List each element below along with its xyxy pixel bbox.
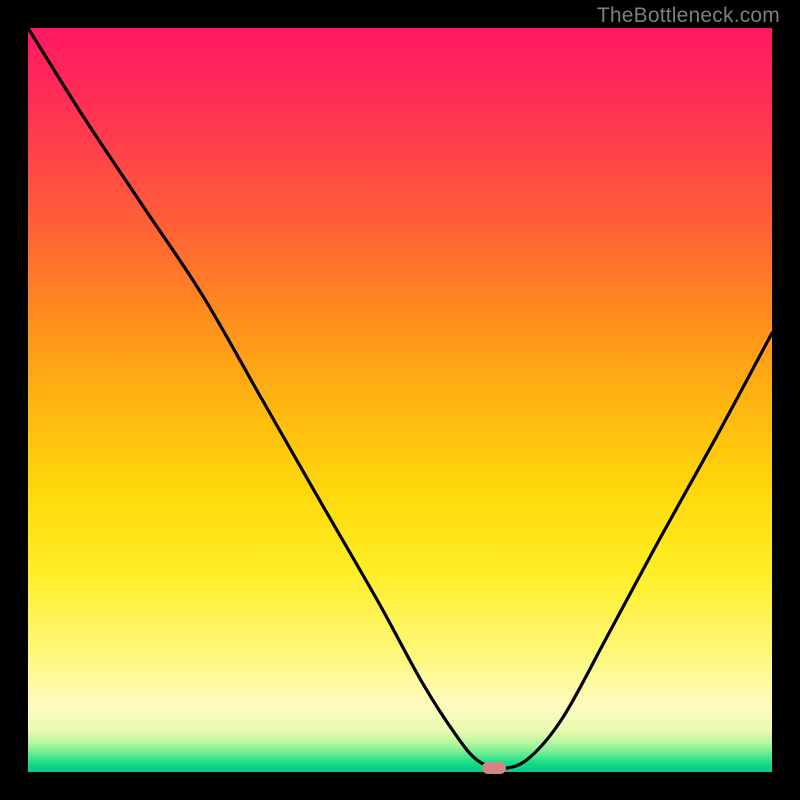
chart-frame: TheBottleneck.com — [0, 0, 800, 800]
plot-area — [28, 28, 772, 772]
watermark-text: TheBottleneck.com — [597, 4, 780, 28]
